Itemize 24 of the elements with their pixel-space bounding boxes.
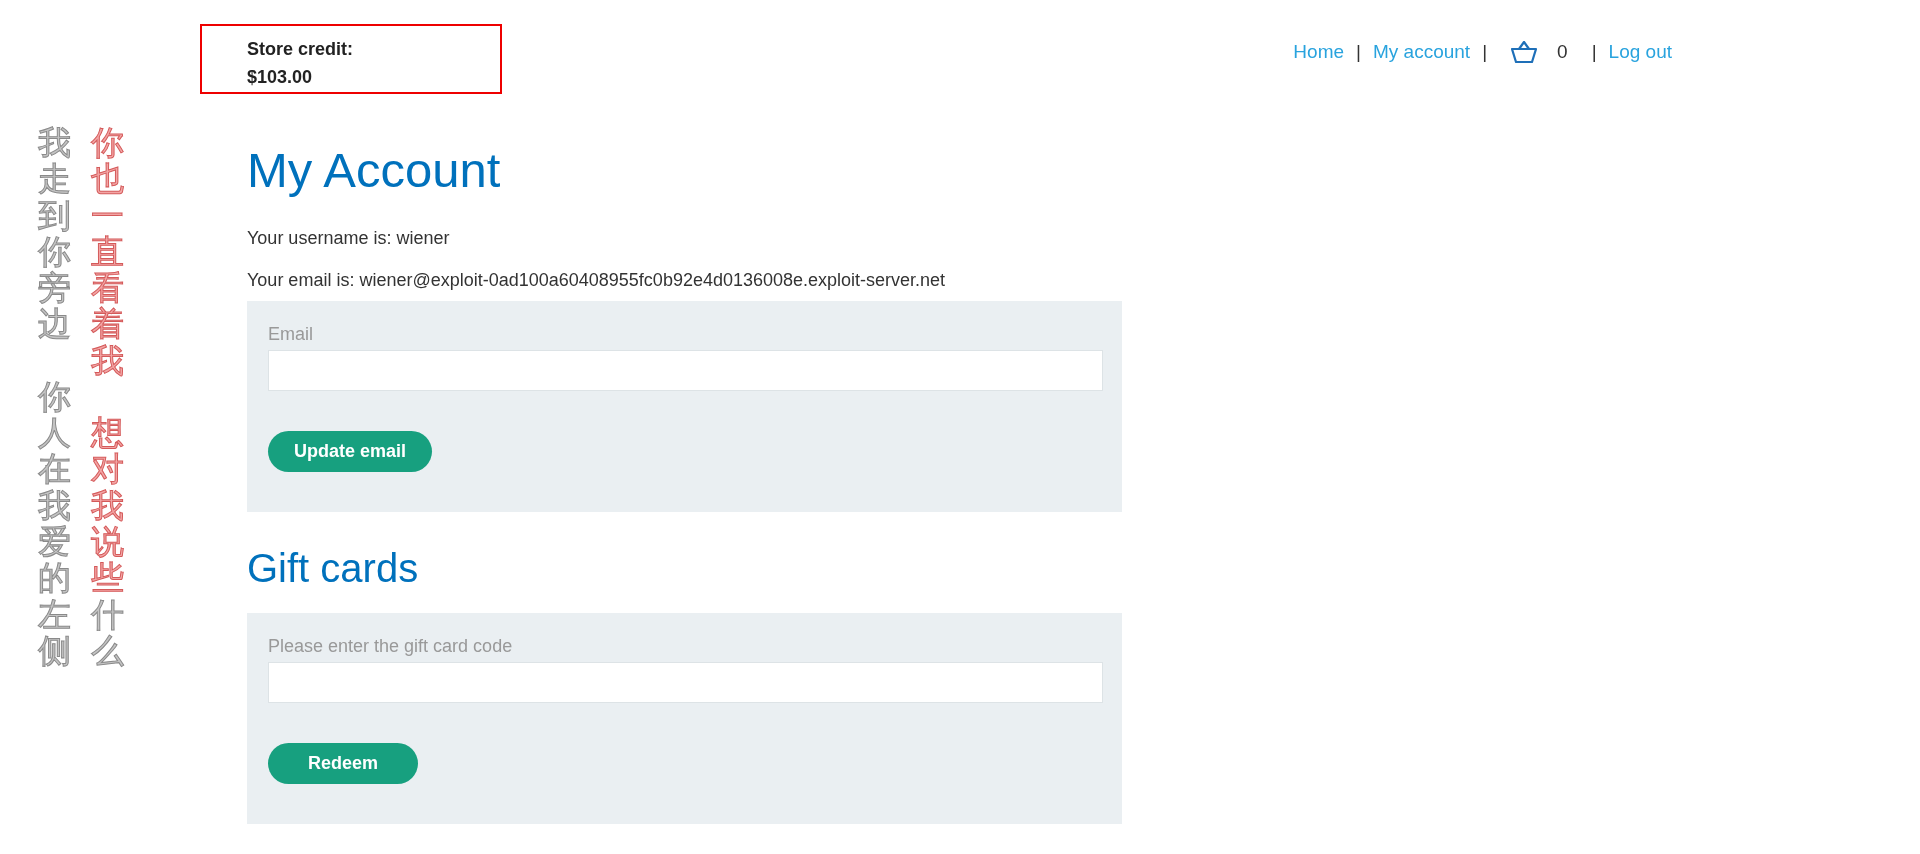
account-info: Your email is: wiener@exploit-0ad100a60408955fc0b92e4d0136008e.exploit-server.net bbox=[247, 269, 946, 291]
gift-card-field[interactable] bbox=[268, 662, 1103, 703]
section-title: Gift cards bbox=[247, 548, 419, 588]
cart-count: 0 bbox=[1557, 40, 1568, 64]
account-info: Your username is: wiener bbox=[247, 227, 450, 249]
basket-icon[interactable] bbox=[1511, 41, 1538, 64]
nav-separator: | bbox=[1356, 40, 1361, 64]
vertical-lyric: 你也一直看着我 bbox=[91, 125, 124, 380]
update-email-button[interactable]: Update email bbox=[268, 431, 432, 472]
store-credit-amount: $103.00 bbox=[247, 66, 314, 89]
redeem-button[interactable]: Redeem bbox=[268, 743, 418, 784]
field-label: Please enter the gift card code bbox=[268, 635, 514, 658]
vertical-lyric: 我走到你旁边 bbox=[38, 125, 71, 343]
email-field[interactable] bbox=[268, 350, 1103, 391]
nav-separator: | bbox=[1482, 40, 1488, 64]
nav-link[interactable]: My account bbox=[1373, 38, 1471, 67]
store-credit-label: Store credit: bbox=[247, 38, 355, 61]
vertical-lyric: 想对我说些 什么 bbox=[91, 415, 124, 670]
nav-link[interactable]: Home bbox=[1293, 38, 1345, 67]
field-label: Email bbox=[268, 323, 314, 346]
nav-separator: | bbox=[1591, 40, 1597, 64]
vertical-lyric: 你人在我爱的左侧 bbox=[38, 378, 71, 670]
page-title: My Account bbox=[247, 146, 501, 195]
nav-link[interactable]: Log out bbox=[1608, 38, 1672, 67]
